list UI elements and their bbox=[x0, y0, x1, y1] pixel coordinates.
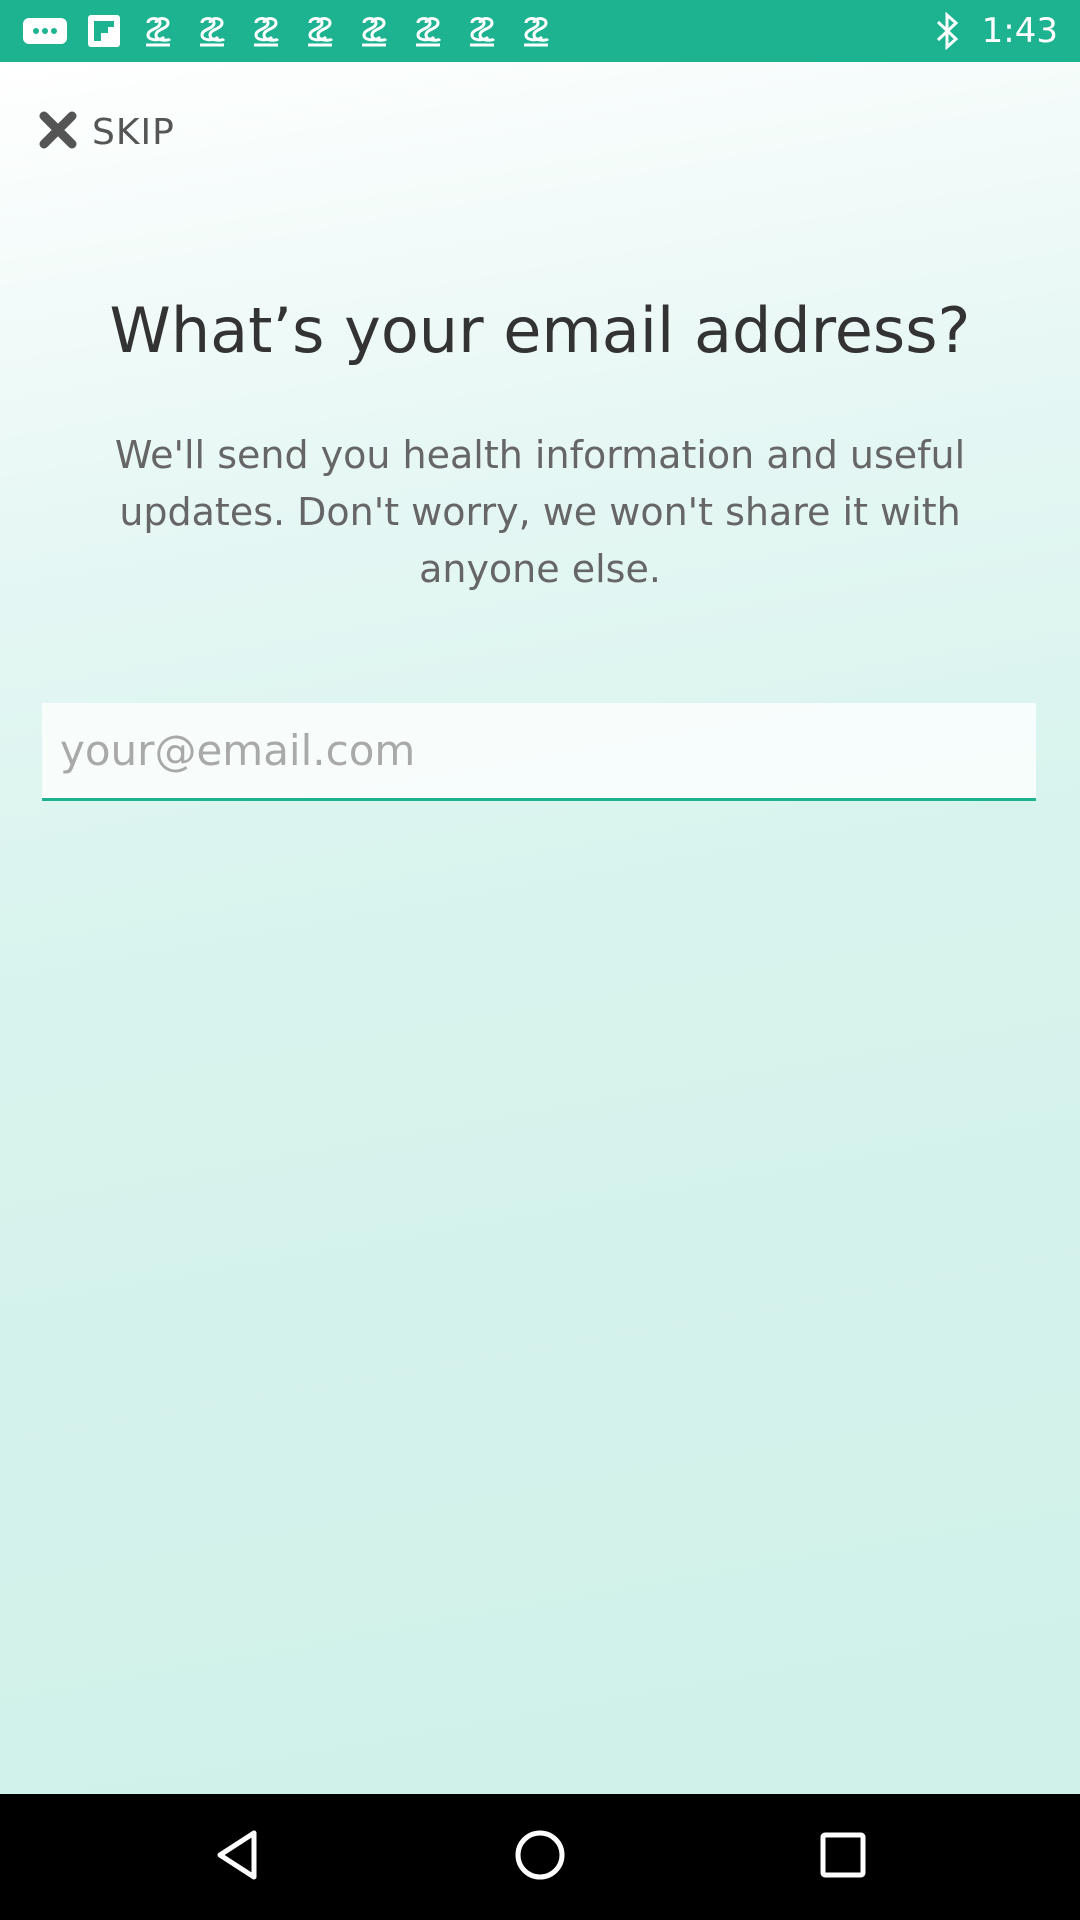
app-notification-icon bbox=[410, 13, 446, 49]
recents-button[interactable] bbox=[783, 1794, 903, 1920]
messenger-icon bbox=[22, 15, 68, 47]
app-notification-icon bbox=[194, 13, 230, 49]
flipboard-icon bbox=[86, 13, 122, 49]
home-button[interactable] bbox=[480, 1794, 600, 1920]
app-notification-icon bbox=[518, 13, 554, 49]
system-status-icons: 1:43 bbox=[934, 0, 1058, 62]
back-icon bbox=[210, 1825, 266, 1889]
page-subtitle: We'll send you health information and us… bbox=[114, 433, 966, 591]
back-button[interactable] bbox=[178, 1794, 298, 1920]
navigation-bar bbox=[0, 1794, 1080, 1920]
app-notification-icon bbox=[248, 13, 284, 49]
bluetooth-icon bbox=[934, 12, 960, 50]
skip-button[interactable]: SKIP bbox=[38, 110, 175, 154]
status-bar: 1:43 bbox=[0, 0, 1080, 62]
notification-icons bbox=[22, 0, 572, 62]
main-content: SKIP What’s your email address? We'll se… bbox=[0, 62, 1080, 1794]
clock: 1:43 bbox=[981, 11, 1058, 51]
page-title: What’s your email address? bbox=[109, 294, 971, 367]
email-field[interactable] bbox=[42, 703, 1036, 801]
app-notification-icon bbox=[302, 13, 338, 49]
close-icon bbox=[38, 110, 78, 154]
skip-label: SKIP bbox=[92, 111, 175, 153]
app-notification-icon bbox=[356, 13, 392, 49]
recents-icon bbox=[817, 1829, 869, 1885]
app-notification-icon bbox=[140, 13, 176, 49]
app-notification-icon bbox=[464, 13, 500, 49]
app-screen: 1:43 SKIP What’s your email address? We'… bbox=[0, 0, 1080, 1920]
home-icon bbox=[512, 1827, 568, 1887]
